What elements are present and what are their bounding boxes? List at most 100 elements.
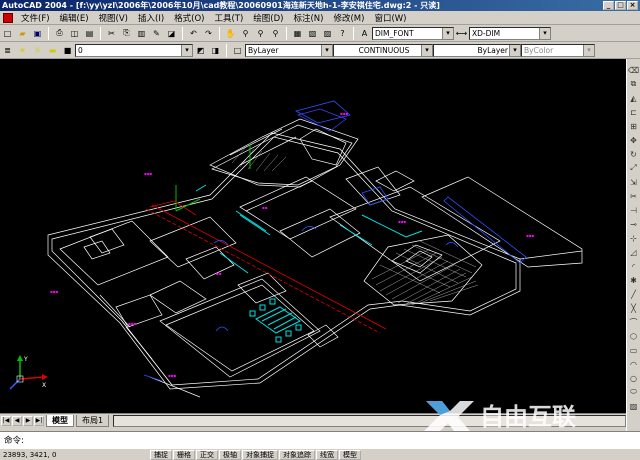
drawing-canvas[interactable]: ▪▪▪ ▪▪▪ ▪▪▪ ▪▪▪ ▪▪▪ ▪▪▪ ▪▪▪ ▪▪ ▪▪ Y X (0, 59, 626, 413)
otrack-toggle[interactable]: 对象追踪 (279, 449, 315, 460)
polyline-icon[interactable]: ⌒ (628, 316, 640, 328)
layer-manager-icon[interactable]: ≣ (1, 44, 14, 57)
svg-text:▪▪: ▪▪ (262, 205, 268, 210)
lineweight-toggle[interactable]: 线宽 (316, 449, 338, 460)
color-select[interactable]: ByLayer (245, 43, 333, 57)
cut-icon[interactable]: ✂ (105, 27, 118, 40)
svg-text:▪▪: ▪▪ (216, 271, 222, 276)
arc-icon[interactable]: ◠ (628, 358, 640, 370)
design-center-icon[interactable]: ▧ (306, 27, 319, 40)
move-icon[interactable]: ✥ (628, 134, 640, 146)
zoom-previous-icon[interactable]: ⚲ (269, 27, 282, 40)
zoom-window-icon[interactable]: ⚲ (254, 27, 267, 40)
watermark-text: 自由互联 (480, 403, 576, 431)
command-line[interactable]: 命令: (0, 431, 640, 449)
make-current-layer-icon[interactable]: ◩ (194, 44, 207, 57)
chamfer-icon[interactable]: ◿ (628, 246, 640, 258)
ucs-label-y: Y (23, 356, 28, 363)
last-tab-icon[interactable]: ▶| (34, 415, 44, 426)
pan-icon[interactable]: ✋ (224, 27, 237, 40)
mirror-icon[interactable]: ◭ (628, 92, 640, 104)
menu-draw[interactable]: 绘图(D) (248, 12, 288, 24)
text-style-select[interactable]: DIM_FONT (372, 26, 454, 40)
match-properties-icon[interactable]: ✎ (150, 27, 163, 40)
print-icon[interactable]: ⎙ (53, 27, 66, 40)
menu-window[interactable]: 窗口(W) (369, 12, 411, 24)
erase-icon[interactable]: ⌫ (628, 64, 640, 76)
layer-lock-icon: ▬ (48, 45, 57, 55)
color-swatch-icon: □ (233, 45, 242, 55)
window-controls: _ □ × (603, 1, 638, 10)
plotstyle-select[interactable]: ByColor (521, 43, 595, 57)
svg-text:▪▪▪: ▪▪▪ (526, 233, 534, 238)
menu-format[interactable]: 格式(O) (169, 12, 209, 24)
tab-layout1[interactable]: 布局1 (76, 414, 110, 427)
menu-file[interactable]: 文件(F) (16, 12, 55, 24)
paste-icon[interactable]: ▥ (135, 27, 148, 40)
ucs-label-x: X (42, 382, 46, 389)
zoom-realtime-icon[interactable]: ⚲ (239, 27, 252, 40)
dim-style-icon: ⟷ (455, 28, 468, 38)
polar-toggle[interactable]: 极轴 (219, 449, 241, 460)
array-icon[interactable]: ⊞ (628, 120, 640, 132)
linetype-select[interactable]: CONTINUOUS (333, 43, 433, 57)
hatch-icon[interactable]: ▨ (628, 400, 640, 412)
line-icon[interactable]: ╱ (628, 288, 640, 300)
lineweight-select[interactable]: ByLayer (433, 43, 521, 57)
construction-line-icon[interactable]: ╳ (628, 302, 640, 314)
model-toggle[interactable]: 模型 (339, 449, 361, 460)
status-bar: 23893, 3421, 0 捕捉 栅格 正交 极轴 对象捕捉 对象追踪 线宽 … (0, 449, 640, 460)
scale-icon[interactable]: ⤢ (628, 162, 640, 174)
print-preview-icon[interactable]: ◫ (68, 27, 81, 40)
offset-icon[interactable]: ⊏ (628, 106, 640, 118)
layer-previous-icon[interactable]: ◨ (209, 44, 222, 57)
save-icon[interactable]: ▣ (31, 27, 44, 40)
svg-text:▪▪▪: ▪▪▪ (340, 111, 348, 116)
explode-icon[interactable]: ✱ (628, 274, 640, 286)
properties-icon[interactable]: ▦ (291, 27, 304, 40)
fillet-icon[interactable]: ◜ (628, 260, 640, 272)
menu-tools[interactable]: 工具(T) (209, 12, 248, 24)
rectangle-icon[interactable]: ▭ (628, 344, 640, 356)
menu-dimension[interactable]: 标注(N) (288, 12, 328, 24)
osnap-toggle[interactable]: 对象捕捉 (242, 449, 278, 460)
copy-object-icon[interactable]: ⧉ (628, 78, 640, 90)
first-tab-icon[interactable]: |◀ (1, 415, 11, 426)
next-tab-icon[interactable]: ▶ (23, 415, 33, 426)
prev-tab-icon[interactable]: ◀ (12, 415, 22, 426)
maximize-button[interactable]: □ (615, 1, 626, 10)
grid-toggle[interactable]: 栅格 (173, 449, 195, 460)
rotate-icon[interactable]: ↻ (628, 148, 640, 160)
tab-model[interactable]: 模型 (46, 414, 74, 427)
circle-icon[interactable]: ○ (628, 372, 640, 384)
open-folder-icon[interactable]: ▰ (16, 27, 29, 40)
svg-text:▪▪▪: ▪▪▪ (128, 321, 136, 326)
break-at-point-icon[interactable]: ⊹ (628, 232, 640, 244)
tool-palette-icon[interactable]: ▨ (321, 27, 334, 40)
undo-icon[interactable]: ↶ (187, 27, 200, 40)
menu-edit[interactable]: 编辑(E) (55, 12, 94, 24)
polygon-icon[interactable]: ⬡ (628, 330, 640, 342)
stretch-icon[interactable]: ⇲ (628, 176, 640, 188)
menu-modify[interactable]: 修改(M) (328, 12, 369, 24)
trim-icon[interactable]: ✂ (628, 190, 640, 202)
layer-select[interactable]: 0 (75, 43, 193, 57)
break-icon[interactable]: ⊸ (628, 218, 640, 230)
close-button[interactable]: × (627, 1, 638, 10)
redo-icon[interactable]: ↷ (202, 27, 215, 40)
snap-toggle[interactable]: 捕捉 (150, 449, 172, 460)
minimize-button[interactable]: _ (603, 1, 614, 10)
layer-color-icon: ■ (63, 45, 72, 55)
extend-icon[interactable]: ⊣ (628, 204, 640, 216)
menu-view[interactable]: 视图(V) (94, 12, 133, 24)
dim-style-select[interactable]: XD-DIM (469, 26, 551, 40)
copy-icon[interactable]: ⎘ (120, 27, 133, 40)
publish-icon[interactable]: ▤ (83, 27, 96, 40)
ellipse-icon[interactable]: ⬭ (628, 386, 640, 398)
ortho-toggle[interactable]: 正交 (196, 449, 218, 460)
menu-insert[interactable]: 插入(I) (133, 12, 169, 24)
new-file-icon[interactable]: □ (1, 27, 14, 40)
document-icon[interactable] (3, 12, 13, 23)
block-editor-icon[interactable]: ◪ (165, 27, 178, 40)
help-icon[interactable]: ? (336, 27, 349, 40)
